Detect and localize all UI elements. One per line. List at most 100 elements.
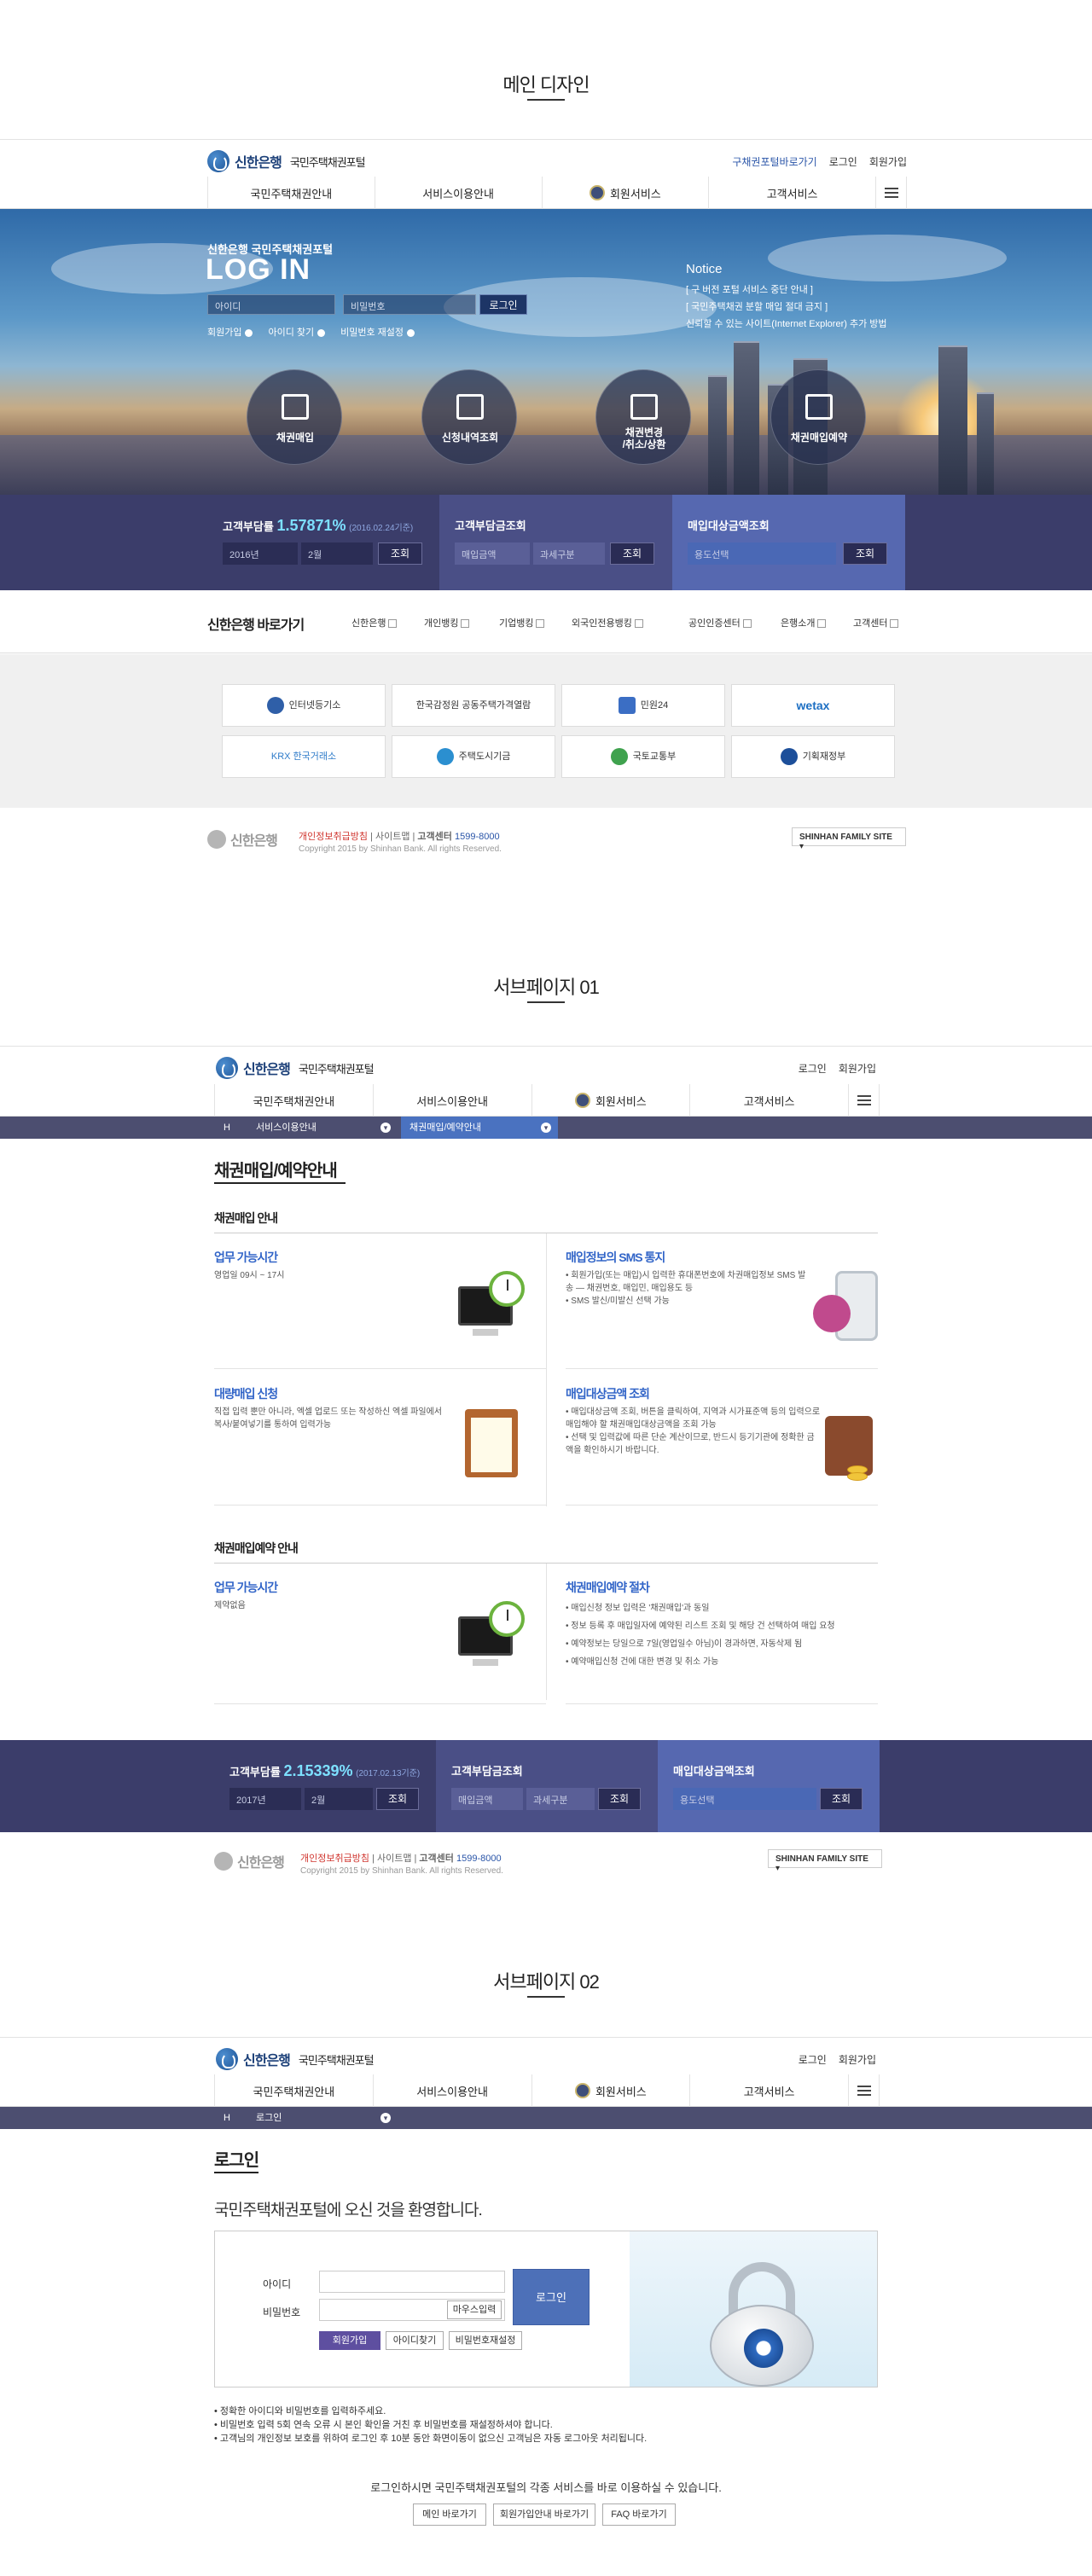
nav-customer[interactable]: 고객서비스 bbox=[690, 1084, 849, 1117]
month-select[interactable]: 2월 bbox=[301, 542, 373, 565]
banner-link[interactable]: 한국감정원 공동주택가격열람 bbox=[392, 684, 555, 727]
quick-circle-inquiry[interactable]: 신청내역조회 bbox=[421, 369, 517, 465]
sitemap-link[interactable]: 사이트맵 bbox=[375, 832, 410, 842]
target-query-button[interactable]: 조회 bbox=[843, 542, 887, 565]
login-link[interactable]: 로그인 bbox=[799, 1061, 827, 1076]
banner-label: 민원24 bbox=[640, 699, 669, 711]
tax-select[interactable]: 과세구분 bbox=[526, 1788, 595, 1810]
nav-member[interactable]: 회원서비스 bbox=[532, 1084, 691, 1117]
target-query-button[interactable]: 조회 bbox=[820, 1788, 863, 1810]
privacy-link[interactable]: 개인정보취급방침 bbox=[300, 1854, 369, 1864]
fee-title: 고객부담금조회 bbox=[451, 1765, 523, 1778]
rate-query-button[interactable]: 조회 bbox=[376, 1788, 419, 1810]
building bbox=[977, 392, 994, 495]
hero-reset-pw-link[interactable]: 비밀번호 재설정 bbox=[340, 325, 415, 339]
reset-pw-button[interactable]: 비밀번호재설정 bbox=[449, 2331, 522, 2350]
hero-join-link[interactable]: 회원가입 bbox=[207, 325, 253, 339]
family-site-select[interactable]: SHINHAN FAMILY SITE ▾ bbox=[792, 827, 906, 851]
go-faq-button[interactable]: FAQ 바로가기 bbox=[602, 2503, 676, 2526]
fee-query-button[interactable]: 조회 bbox=[610, 542, 654, 565]
join-link[interactable]: 회원가입 bbox=[839, 1061, 876, 1076]
sitemap-link[interactable]: 사이트맵 bbox=[377, 1854, 411, 1864]
go-main-button[interactable]: 메인 바로가기 bbox=[413, 2503, 486, 2526]
footer-brand: 신한은행 bbox=[230, 834, 278, 849]
location-bar: H 서비스이용안내 ▾ 채권매입/예약안내 ▾ bbox=[0, 1117, 1092, 1139]
old-portal-link[interactable]: 구채권포털바로가기 bbox=[732, 154, 816, 169]
month-select[interactable]: 2월 bbox=[305, 1788, 373, 1810]
fee-query-button[interactable]: 조회 bbox=[598, 1788, 641, 1810]
notice-item[interactable]: [ 국민주택채권 분할 매입 절대 금지 ] bbox=[686, 299, 828, 313]
nav-bond-info[interactable]: 국민주택채권안내 bbox=[208, 177, 375, 209]
hero-login-button[interactable]: 로그인 bbox=[479, 294, 527, 315]
banner-link[interactable]: 민원24 bbox=[561, 684, 725, 727]
quick-circle-reserve[interactable]: 채권매입예약 bbox=[770, 369, 866, 465]
quick-link-personal[interactable]: 개인뱅킹 bbox=[424, 616, 470, 629]
fee-amount-input[interactable]: 매입금액 bbox=[455, 542, 530, 565]
nav-service-guide[interactable]: 서비스이용안내 bbox=[374, 2074, 532, 2107]
join-button[interactable]: 회원가입 bbox=[319, 2331, 380, 2350]
quick-circle-change[interactable]: 채권변경 /취소/상환 bbox=[595, 369, 691, 465]
nav-bond-info[interactable]: 국민주택채권안내 bbox=[215, 1084, 374, 1117]
hero-pw-input[interactable]: 비밀번호 bbox=[343, 294, 476, 315]
notice-item[interactable]: [ 구 버전 포털 서비스 중단 안내 ] bbox=[686, 282, 813, 296]
banner-link[interactable]: 국토교통부 bbox=[561, 735, 725, 778]
banner-label: 국토교통부 bbox=[632, 751, 677, 762]
mouse-input-button[interactable]: 마우스입력 bbox=[447, 2300, 502, 2319]
login-link[interactable]: 로그인 bbox=[799, 2052, 827, 2067]
quick-link-shinhan[interactable]: 신한은행 bbox=[351, 616, 398, 629]
year-select[interactable]: 2017년 bbox=[229, 1788, 301, 1810]
fee-amount-input[interactable]: 매입금액 bbox=[451, 1788, 523, 1810]
find-id-button[interactable]: 아이디찾기 bbox=[386, 2331, 444, 2350]
shinhan-logo-icon bbox=[207, 830, 226, 849]
logo[interactable]: 신한은행 국민주택채권포털 bbox=[216, 1057, 375, 1079]
notice-item[interactable]: 신뢰할 수 있는 사이트(Internet Explorer) 추가 방법 bbox=[686, 316, 886, 330]
purpose-select[interactable]: 용도선택 bbox=[673, 1788, 816, 1810]
nav-customer[interactable]: 고객서비스 bbox=[690, 2074, 849, 2107]
main-nav: 국민주택채권안내 서비스이용안내 회원서비스 고객서비스 bbox=[0, 2074, 1092, 2107]
location-depth2[interactable]: 채권매입/예약안내 ▾ bbox=[401, 1117, 558, 1139]
quick-link-corporate[interactable]: 기업뱅킹 bbox=[499, 616, 545, 629]
login-link[interactable]: 로그인 bbox=[829, 154, 857, 169]
home-icon[interactable]: H bbox=[214, 2107, 240, 2129]
tax-select[interactable]: 과세구분 bbox=[533, 542, 605, 565]
quick-link-about[interactable]: 은행소개 bbox=[781, 616, 827, 629]
logo[interactable]: 신한은행 국민주택채권포털 bbox=[216, 2048, 375, 2070]
banner-link[interactable]: wetax bbox=[731, 684, 895, 727]
go-join-guide-button[interactable]: 회원가입안내 바로가기 bbox=[493, 2503, 595, 2526]
nav-service-guide[interactable]: 서비스이용안내 bbox=[374, 1084, 532, 1117]
banner-link[interactable]: 주택도시기금 bbox=[392, 735, 555, 778]
nav-member[interactable]: 회원서비스 bbox=[543, 177, 710, 209]
all-menu-button[interactable] bbox=[849, 1084, 880, 1117]
registry-icon bbox=[266, 697, 284, 714]
quick-link-center[interactable]: 고객센터 bbox=[853, 616, 899, 629]
hero-id-input[interactable]: 아이디 bbox=[207, 294, 335, 315]
circle-label: 채권매입 bbox=[276, 432, 315, 444]
id-input[interactable] bbox=[319, 2271, 505, 2293]
banner-link[interactable]: 기획재정부 bbox=[731, 735, 895, 778]
quick-link-foreign[interactable]: 외국인전용뱅킹 bbox=[572, 616, 643, 629]
logo[interactable]: 신한은행 국민주택채권포털 bbox=[207, 150, 366, 172]
nav-customer[interactable]: 고객서비스 bbox=[709, 177, 876, 209]
home-icon[interactable]: H bbox=[214, 1117, 240, 1139]
coin-icon bbox=[847, 1472, 868, 1481]
privacy-link[interactable]: 개인정보취급방침 bbox=[299, 832, 368, 842]
rate-query-button[interactable]: 조회 bbox=[378, 542, 422, 565]
family-site-select[interactable]: SHINHAN FAMILY SITE ▾ bbox=[768, 1849, 882, 1873]
year-select[interactable]: 2016년 bbox=[223, 542, 298, 565]
banner-link[interactable]: 인터넷등기소 bbox=[222, 684, 386, 727]
all-menu-button[interactable] bbox=[849, 2074, 880, 2107]
nav-service-guide[interactable]: 서비스이용안내 bbox=[375, 177, 543, 209]
nav-bond-info[interactable]: 국민주택채권안내 bbox=[215, 2074, 374, 2107]
location-depth1[interactable]: 서비스이용안내 ▾ bbox=[247, 1117, 398, 1139]
location-depth1[interactable]: 로그인 ▾ bbox=[247, 2107, 398, 2129]
login-button[interactable]: 로그인 bbox=[513, 2269, 590, 2325]
purpose-select[interactable]: 용도선택 bbox=[688, 542, 836, 565]
hero-find-id-link[interactable]: 아이디 찾기 bbox=[268, 325, 326, 339]
join-link[interactable]: 회원가입 bbox=[869, 154, 907, 169]
quick-circle-purchase[interactable]: 채권매입 bbox=[247, 369, 342, 465]
banner-link[interactable]: KRX 한국거래소 bbox=[222, 735, 386, 778]
nav-member[interactable]: 회원서비스 bbox=[532, 2074, 691, 2107]
all-menu-button[interactable] bbox=[876, 177, 907, 209]
quick-link-cert[interactable]: 공인인증센터 bbox=[688, 616, 752, 629]
join-link[interactable]: 회원가입 bbox=[839, 2052, 876, 2067]
